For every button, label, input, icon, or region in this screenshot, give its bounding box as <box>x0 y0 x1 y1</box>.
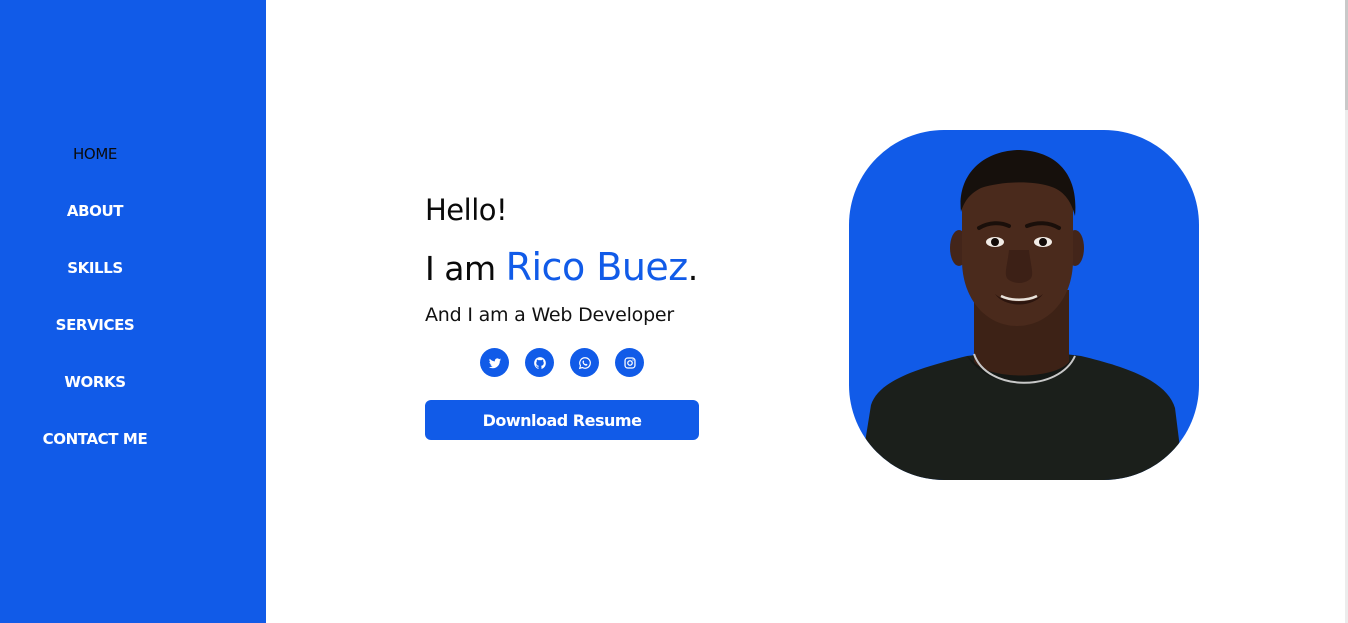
twitter-icon <box>488 356 502 370</box>
nav-item-skills[interactable]: SKILLS <box>0 259 190 277</box>
profile-photo <box>849 130 1199 480</box>
download-resume-button[interactable]: Download Resume <box>425 400 699 440</box>
nav-item-works[interactable]: WORKS <box>0 373 190 391</box>
whatsapp-link[interactable] <box>570 348 599 377</box>
nav-item-services[interactable]: SERVICES <box>0 316 190 334</box>
author-name: Rico Buez <box>505 245 689 289</box>
nav-item-contact[interactable]: CONTACT ME <box>0 430 190 448</box>
twitter-link[interactable] <box>480 348 509 377</box>
sidebar: HOME ABOUT SKILLS SERVICES WORKS CONTACT… <box>0 0 266 623</box>
intro-prefix: I am <box>425 249 506 288</box>
nav-item-home[interactable]: HOME <box>0 145 190 163</box>
nav-item-about[interactable]: ABOUT <box>0 202 190 220</box>
page: HOME ABOUT SKILLS SERVICES WORKS CONTACT… <box>0 0 1348 623</box>
person-illustration <box>859 150 1184 480</box>
github-icon <box>533 356 547 370</box>
intro-heading: I am Rico Buez. <box>425 245 698 289</box>
instagram-icon <box>623 356 637 370</box>
intro-suffix: . <box>687 249 699 288</box>
whatsapp-icon <box>578 356 592 370</box>
github-link[interactable] <box>525 348 554 377</box>
role-text: And I am a Web Developer <box>425 304 675 326</box>
greeting-heading: Hello! <box>425 193 508 227</box>
instagram-link[interactable] <box>615 348 644 377</box>
